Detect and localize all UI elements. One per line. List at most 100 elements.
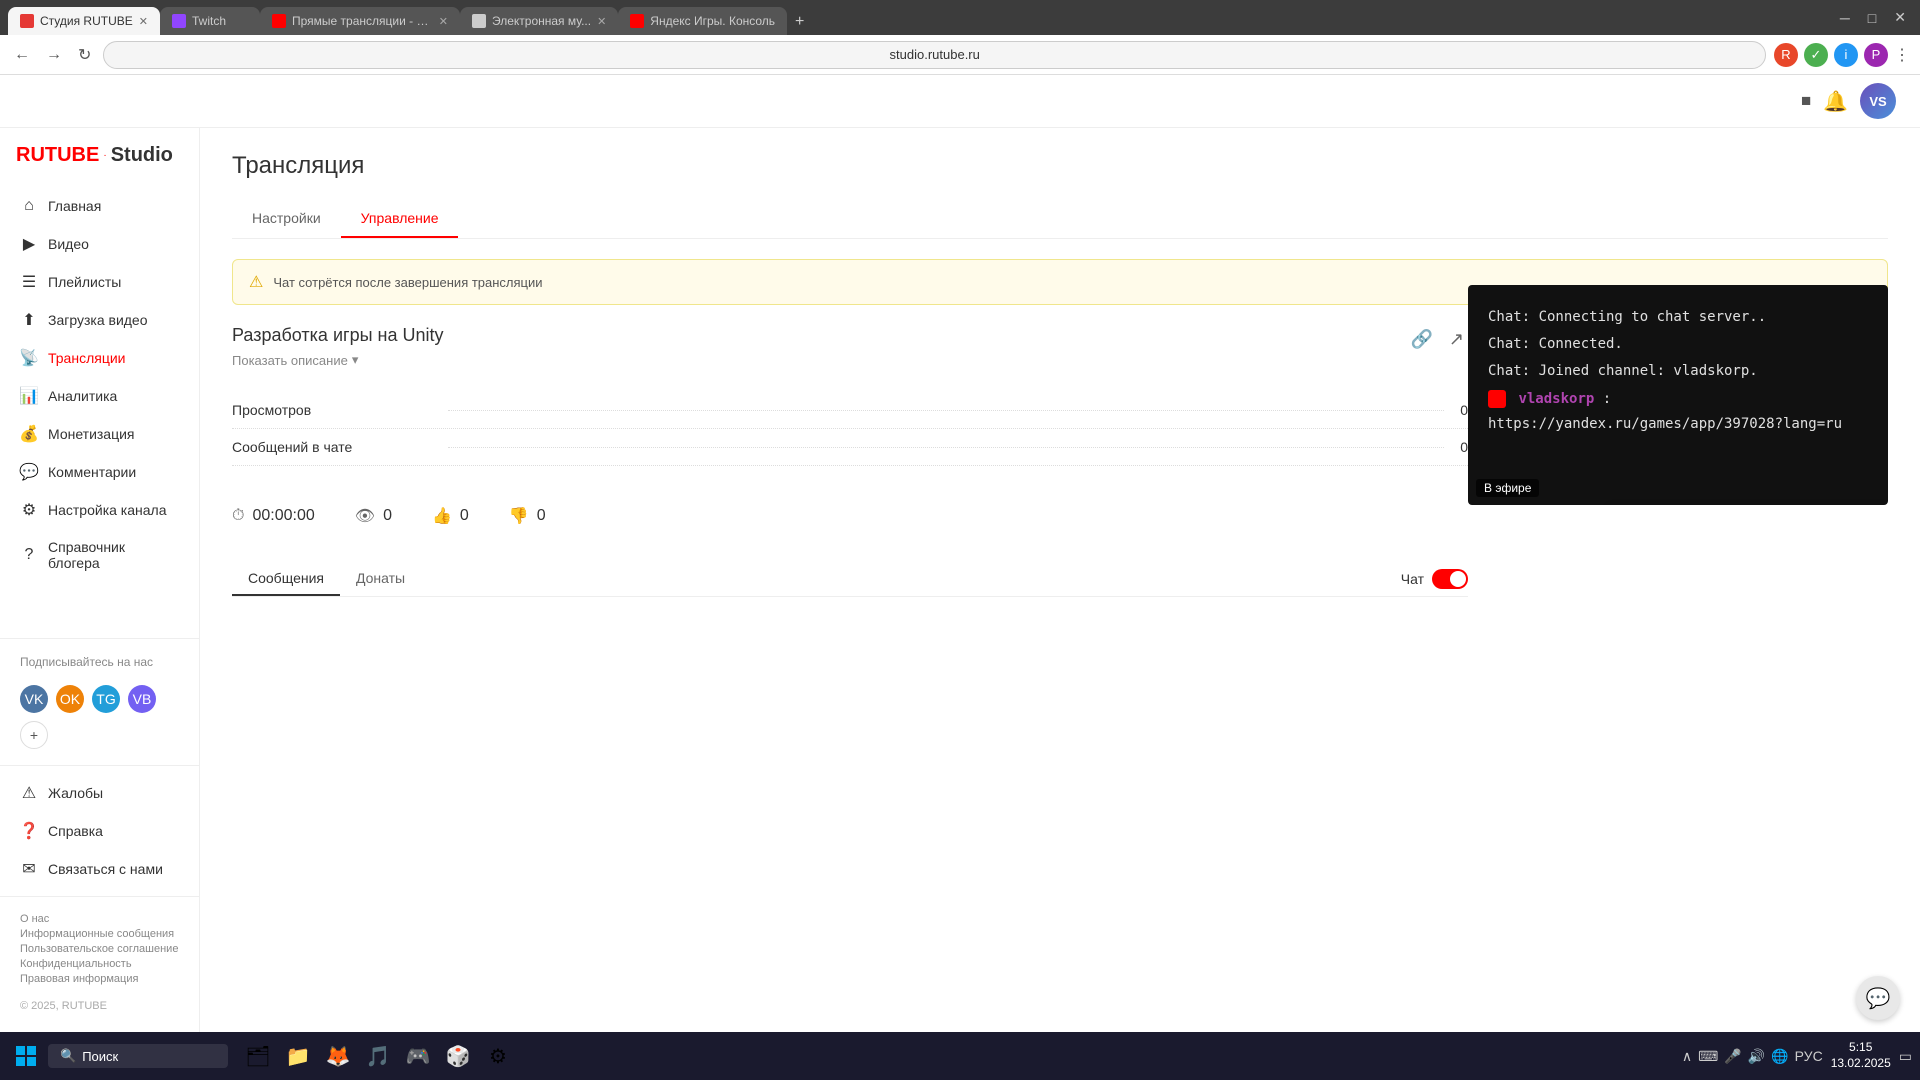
reload-button[interactable]: ↻ bbox=[74, 41, 95, 69]
video-chat-line-2: Chat: Connected. bbox=[1488, 332, 1868, 357]
extensions-btn[interactable]: ⋮ bbox=[1894, 45, 1910, 65]
chat-tab-messages[interactable]: Сообщения bbox=[232, 562, 340, 596]
browser-close[interactable]: ✕ bbox=[1888, 7, 1912, 28]
video-chat-line-3: Chat: Joined channel: vladskorp. bbox=[1488, 359, 1868, 384]
footer-info-messages[interactable]: Информационные сообщения bbox=[20, 928, 179, 940]
float-chat-button[interactable]: 💬 bbox=[1856, 976, 1900, 1020]
sidebar-item-blogger-help[interactable]: ? Справочник блогера bbox=[0, 529, 199, 581]
stream-title-section: Разработка игры на Unity Показать описан… bbox=[232, 325, 1468, 368]
sidebar-item-video[interactable]: ▶ Видео bbox=[0, 225, 199, 263]
sidebar-label-upload: Загрузка видео bbox=[48, 312, 148, 328]
open-external-button[interactable]: ↗ bbox=[1445, 325, 1468, 354]
tray-mic-icon[interactable]: 🎤 bbox=[1724, 1048, 1741, 1065]
share-button[interactable]: 🔗 bbox=[1406, 325, 1436, 354]
taskbar-app-music[interactable]: 🎵 bbox=[360, 1038, 396, 1074]
eye-icon: 👁 bbox=[355, 506, 375, 526]
tab-youtube[interactable]: Прямые трансляции - Yo... ✕ bbox=[260, 7, 460, 35]
footer-links: О нас Информационные сообщения Пользоват… bbox=[0, 905, 199, 996]
social-telegram[interactable]: TG bbox=[92, 685, 120, 713]
tab-management[interactable]: Управление bbox=[341, 200, 459, 238]
sidebar-label-monetization: Монетизация bbox=[48, 426, 135, 442]
show-desktop-icon[interactable]: ▭ bbox=[1899, 1048, 1912, 1065]
sidebar-nav: ⌂ Главная ▶ Видео ☰ Плейлисты ⬆ Загрузка… bbox=[0, 187, 199, 630]
browser-ext-blue[interactable]: i bbox=[1834, 43, 1858, 67]
tab-label-yandex: Яндекс Игры. Консоль bbox=[650, 14, 775, 28]
tray-volume-icon[interactable]: 🔊 bbox=[1748, 1048, 1765, 1065]
browser-ext-rutube[interactable]: R bbox=[1774, 43, 1798, 67]
taskbar-app-steam[interactable]: 🎲 bbox=[440, 1038, 476, 1074]
sidebar-item-playlists[interactable]: ☰ Плейлисты bbox=[0, 263, 199, 301]
taskbar-app-misc[interactable]: ⚙ bbox=[480, 1038, 516, 1074]
tab-yandex-games[interactable]: Яндекс Игры. Консоль bbox=[618, 7, 787, 35]
stat-dots-messages bbox=[448, 447, 1444, 448]
sidebar-label-comments: Комментарии bbox=[48, 464, 136, 480]
new-tab-button[interactable]: + bbox=[787, 9, 812, 35]
sidebar-item-home[interactable]: ⌂ Главная bbox=[0, 187, 199, 225]
sidebar-item-upload[interactable]: ⬆ Загрузка видео bbox=[0, 301, 199, 339]
live-badge: В эфире bbox=[1476, 479, 1539, 497]
app-header: ⏹ 🔔 VS bbox=[0, 75, 1920, 128]
likes-counter: 👍 0 bbox=[432, 506, 469, 526]
taskbar-app-game[interactable]: 🎮 bbox=[400, 1038, 436, 1074]
sidebar-item-support[interactable]: ❓ Справка bbox=[0, 812, 199, 850]
sidebar-item-broadcast[interactable]: 📡 Трансляции bbox=[0, 339, 199, 377]
sidebar-item-comments[interactable]: 💬 Комментарии bbox=[0, 453, 199, 491]
user-avatar[interactable]: VS bbox=[1860, 83, 1896, 119]
timer-display: ⏱ 00:00:00 bbox=[232, 507, 315, 525]
tab-music[interactable]: Электронная му... ✕ bbox=[460, 7, 618, 35]
browser-ext-green[interactable]: ✓ bbox=[1804, 43, 1828, 67]
playlists-icon: ☰ bbox=[20, 273, 38, 291]
back-button[interactable]: ← bbox=[10, 42, 34, 68]
footer-user-agreement[interactable]: Пользовательское соглашение bbox=[20, 943, 179, 955]
taskbar-apps: 🗂 📁 🦊 🎵 🎮 🎲 ⚙ bbox=[240, 1038, 516, 1074]
sidebar-item-complaints[interactable]: ⚠ Жалобы bbox=[0, 774, 199, 812]
tab-close-rutube[interactable]: ✕ bbox=[139, 15, 148, 28]
sidebar-item-channel-settings[interactable]: ⚙ Настройка канала bbox=[0, 491, 199, 529]
tab-favicon-rutube bbox=[20, 14, 34, 28]
tab-settings[interactable]: Настройки bbox=[232, 200, 341, 238]
footer-privacy[interactable]: Конфиденциальность bbox=[20, 958, 179, 970]
bell-icon[interactable]: 🔔 bbox=[1823, 89, 1848, 114]
tab-twitch[interactable]: Twitch bbox=[160, 7, 260, 35]
video-chat-line-1: Chat: Connecting to chat server.. bbox=[1488, 305, 1868, 330]
browser-ext-purple[interactable]: P bbox=[1864, 43, 1888, 67]
taskbar-app-explorer[interactable]: 🗂 bbox=[240, 1038, 276, 1074]
taskbar-app-browser[interactable]: 🦊 bbox=[320, 1038, 356, 1074]
show-description-btn[interactable]: Показать описание ▾ bbox=[232, 352, 443, 368]
video-panel: Chat: Connecting to chat server.. Chat: … bbox=[1468, 285, 1888, 717]
tab-close-youtube[interactable]: ✕ bbox=[439, 15, 448, 28]
tray-network-icon[interactable]: 🌐 bbox=[1771, 1048, 1788, 1065]
like-icon: 👍 bbox=[432, 506, 452, 526]
chat-tab-donations[interactable]: Донаты bbox=[340, 562, 421, 596]
tray-keyboard-icon[interactable]: ⌨ bbox=[1698, 1048, 1718, 1065]
record-icon[interactable]: ⏹ bbox=[1801, 90, 1811, 113]
sidebar-item-contact[interactable]: ✉ Связаться с нами bbox=[0, 850, 199, 888]
browser-maximize[interactable]: □ bbox=[1862, 8, 1882, 28]
main-left: Разработка игры на Unity Показать описан… bbox=[232, 325, 1468, 717]
social-ok[interactable]: OK bbox=[56, 685, 84, 713]
tab-label-youtube: Прямые трансляции - Yo... bbox=[292, 14, 433, 28]
tab-close-music[interactable]: ✕ bbox=[597, 15, 606, 28]
social-vk[interactable]: VK bbox=[20, 685, 48, 713]
forward-button[interactable]: → bbox=[42, 42, 66, 68]
chat-section: Сообщения Донаты Чат bbox=[232, 562, 1468, 717]
start-button[interactable] bbox=[8, 1038, 44, 1074]
sidebar-item-analytics[interactable]: 📊 Аналитика bbox=[0, 377, 199, 415]
taskbar-app-files[interactable]: 📁 bbox=[280, 1038, 316, 1074]
browser-minimize[interactable]: ─ bbox=[1834, 8, 1856, 28]
tab-rutube-studio[interactable]: Студия RUTUBE ✕ bbox=[8, 7, 160, 35]
tray-lang[interactable]: РУС bbox=[1795, 1048, 1823, 1064]
tray-up-icon[interactable]: ∧ bbox=[1682, 1048, 1692, 1065]
chat-toggle-switch[interactable] bbox=[1432, 569, 1468, 589]
social-add-button[interactable]: + bbox=[20, 721, 48, 749]
taskbar-search-box[interactable]: 🔍 Поиск bbox=[48, 1044, 228, 1068]
footer-legal[interactable]: Правовая информация bbox=[20, 973, 179, 985]
address-bar[interactable]: studio.rutube.ru bbox=[103, 41, 1766, 69]
sidebar-label-broadcast: Трансляции bbox=[48, 350, 125, 366]
chat-tabs: Сообщения Донаты Чат bbox=[232, 562, 1468, 597]
sidebar-item-monetization[interactable]: 💰 Монетизация bbox=[0, 415, 199, 453]
contact-icon: ✉ bbox=[20, 860, 38, 878]
taskbar-date: 13.02.2025 bbox=[1831, 1056, 1891, 1072]
video-screen: Chat: Connecting to chat server.. Chat: … bbox=[1468, 285, 1888, 505]
social-viber[interactable]: VB bbox=[128, 685, 156, 713]
